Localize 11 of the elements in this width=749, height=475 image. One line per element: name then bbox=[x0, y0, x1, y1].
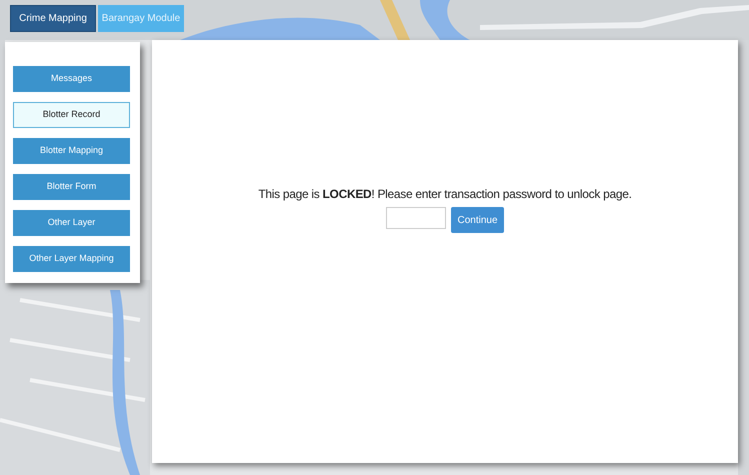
tab[interactable]: Crime Mapping bbox=[10, 5, 96, 32]
continue-button[interactable]: Continue bbox=[451, 207, 504, 233]
sidebar-button[interactable]: Other Layer Mapping bbox=[13, 246, 130, 272]
sidebar-button[interactable]: Blotter Mapping bbox=[13, 138, 130, 164]
tab[interactable]: Barangay Module bbox=[98, 5, 184, 32]
password-field[interactable] bbox=[386, 207, 446, 229]
lock-message: This page is LOCKED! Please enter transaction password to unlock page. bbox=[258, 186, 632, 203]
sidebar-button[interactable]: Blotter Record bbox=[13, 102, 130, 128]
sidebar-button[interactable]: Messages bbox=[13, 66, 130, 92]
sidebar-button[interactable]: Blotter Form bbox=[13, 174, 130, 200]
sidebar-button[interactable]: Other Layer bbox=[13, 210, 130, 236]
